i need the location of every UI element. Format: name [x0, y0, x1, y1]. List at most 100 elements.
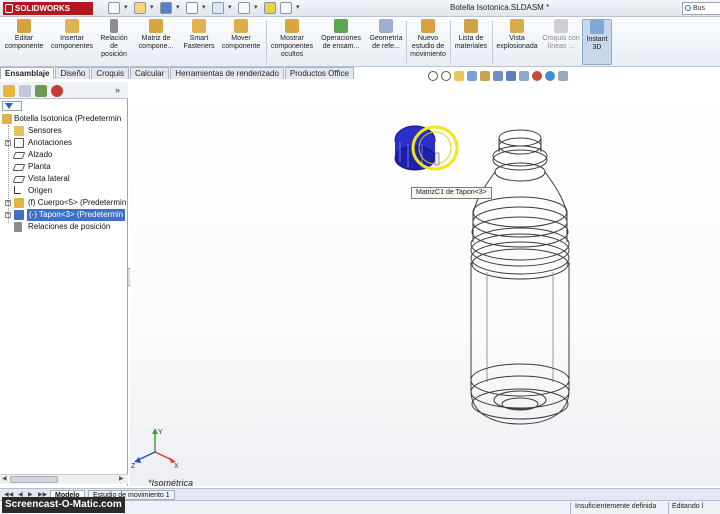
- component-pattern-button[interactable]: Matriz de compone...: [134, 19, 178, 65]
- bill-of-materials-button[interactable]: Lista de materiales: [452, 19, 490, 65]
- fastener-icon: [192, 19, 206, 33]
- mate-button[interactable]: Relación de posición: [98, 19, 130, 65]
- scroll-left-icon[interactable]: ◀: [2, 475, 7, 482]
- ribbon-separator: [406, 21, 407, 63]
- scroll-right-icon[interactable]: ▶: [119, 475, 124, 482]
- configuration-manager-tab-icon[interactable]: [35, 85, 47, 97]
- chevron-down-icon[interactable]: ▾: [254, 2, 260, 14]
- exploded-view-label: Vista explosionada: [496, 35, 538, 50]
- tree-item-cuerpo[interactable]: + (f) Cuerpo<5> (Predetermin: [0, 197, 128, 209]
- tree-item-alzado[interactable]: Alzado: [0, 149, 128, 161]
- section-view-icon[interactable]: [467, 71, 477, 81]
- triad-z-label: Z: [131, 463, 136, 470]
- mates-paperclip-icon: [14, 222, 22, 232]
- selection-tooltip: MatrizC1 de Tapon<3>: [411, 187, 492, 199]
- chevron-down-icon[interactable]: ▾: [202, 2, 208, 14]
- view-orientation-icon[interactable]: [493, 71, 503, 81]
- edit-component-button[interactable]: Editar componente: [2, 19, 46, 65]
- property-manager-tab-icon[interactable]: [19, 85, 31, 97]
- triad-x-label: X: [174, 463, 179, 470]
- tree-item-label: (-) Tapon<3> (Predetermin: [27, 209, 126, 221]
- display-style-icon[interactable]: [506, 71, 516, 81]
- bill-of-materials-label: Lista de materiales: [454, 35, 488, 50]
- exploded-view-button[interactable]: Vista explosionada: [494, 19, 540, 65]
- new-document-icon[interactable]: [108, 2, 120, 14]
- chevron-down-icon[interactable]: ▾: [150, 2, 156, 14]
- rebuild-icon[interactable]: [264, 2, 276, 14]
- chevron-down-icon[interactable]: ▾: [124, 2, 130, 14]
- instant-3d-button[interactable]: Instant 3D: [582, 19, 612, 65]
- screencast-watermark: Screencast-O-Matic.com: [2, 497, 125, 513]
- expand-icon[interactable]: +: [5, 212, 11, 218]
- new-motion-study-button[interactable]: Nuevo estudio de movimiento: [408, 19, 448, 65]
- explode-line-sketch-button[interactable]: Croquis con líneas ...: [542, 19, 580, 65]
- show-hidden-components-button[interactable]: Mostrar componentes ocultos: [268, 19, 316, 65]
- model-viewport[interactable]: Y Z X: [130, 82, 720, 486]
- horizontal-scrollbar[interactable]: ◀ ▶: [0, 474, 128, 484]
- chevron-down-icon[interactable]: ▾: [296, 2, 302, 14]
- reference-triad: Y Z X: [131, 428, 179, 470]
- instant-3d-label: Instant 3D: [586, 36, 608, 51]
- apply-scene-icon[interactable]: [545, 71, 555, 81]
- assembly-features-button[interactable]: Operaciones de ensam...: [318, 19, 364, 65]
- view-settings-icon[interactable]: [558, 71, 568, 81]
- expand-icon[interactable]: +: [5, 200, 11, 206]
- explode-line-sketch-label: Croquis con líneas ...: [542, 35, 580, 50]
- scroll-thumb[interactable]: [10, 476, 58, 483]
- save-icon[interactable]: [160, 2, 172, 14]
- tree-item-origen[interactable]: Origen: [0, 185, 128, 197]
- tab-calcular[interactable]: Calcular: [129, 67, 170, 79]
- graphics-area[interactable]: Y Z X: [130, 82, 720, 486]
- tree-item-vista-lateral[interactable]: Vista lateral: [0, 173, 128, 185]
- explode-line-sketch-icon: [554, 19, 568, 33]
- print-icon[interactable]: [186, 2, 198, 14]
- tree-item-tapon[interactable]: + (-) Tapon<3> (Predetermin: [0, 209, 128, 221]
- feature-manager-tab-icon[interactable]: [3, 85, 15, 97]
- chevron-down-icon[interactable]: ▾: [228, 2, 234, 14]
- move-component-button[interactable]: Mover componente: [218, 19, 264, 65]
- tab-croquis[interactable]: Croquis: [91, 67, 129, 79]
- tree-item-relaciones[interactable]: Relaciones de posición: [0, 221, 128, 233]
- options-icon[interactable]: [280, 2, 292, 14]
- bom-table-icon: [464, 19, 478, 33]
- undo-icon[interactable]: [212, 2, 224, 14]
- quick-access-toolbar: ▾ ▾ ▾ ▾ ▾ ▾ ▾: [108, 2, 302, 14]
- insert-components-button[interactable]: Insertar componentes: [48, 19, 96, 65]
- expand-icon[interactable]: +: [5, 140, 11, 146]
- move-component-icon: [234, 19, 248, 33]
- expand-panel-icon[interactable]: »: [115, 85, 127, 97]
- hide-show-items-icon[interactable]: [519, 71, 529, 81]
- annotation-icon: [14, 138, 24, 148]
- tree-filter[interactable]: [2, 101, 22, 111]
- smart-fasteners-button[interactable]: Smart Fasteners: [182, 19, 216, 65]
- edit-component-icon: [17, 19, 31, 33]
- search-input[interactable]: Bus: [682, 2, 720, 15]
- edit-mode-status: Editando l: [672, 503, 704, 510]
- bottle-body[interactable]: [470, 129, 570, 425]
- tab-diseno[interactable]: Diseño: [55, 67, 91, 79]
- tab-herramientas-renderizado[interactable]: Herramientas de renderizado: [170, 67, 284, 79]
- reference-geometry-icon: [379, 19, 393, 33]
- cap-component[interactable]: [394, 125, 459, 171]
- tab-productos-office[interactable]: Productos Office: [284, 67, 354, 79]
- zoom-to-area-icon[interactable]: [441, 71, 451, 81]
- tree-item-planta[interactable]: Planta: [0, 161, 128, 173]
- display-manager-tab-icon[interactable]: [51, 85, 63, 97]
- definition-status: Insuficientemente definida: [575, 503, 657, 510]
- tab-ensamblaje[interactable]: Ensamblaje: [0, 67, 55, 79]
- previous-view-icon[interactable]: [454, 71, 464, 81]
- tree-item-sensores[interactable]: Sensores: [0, 125, 128, 137]
- solidworks-logo[interactable]: SOLIDWORKS: [3, 2, 93, 15]
- tree-item-anotaciones[interactable]: + Anotaciones: [0, 137, 128, 149]
- dynamic-annotation-icon[interactable]: [480, 71, 490, 81]
- tree-item-label: Alzado: [28, 150, 53, 159]
- select-icon[interactable]: [238, 2, 250, 14]
- edit-appearance-icon[interactable]: [532, 71, 542, 81]
- chevron-down-icon[interactable]: ▾: [176, 2, 182, 14]
- reference-geometry-button[interactable]: Geometría de refe...: [366, 19, 406, 65]
- zoom-to-fit-icon[interactable]: [428, 71, 438, 81]
- open-folder-icon[interactable]: [134, 2, 146, 14]
- new-motion-study-label: Nuevo estudio de movimiento: [410, 35, 446, 58]
- tree-root[interactable]: Botella Isotonica (Predetermin: [0, 113, 128, 125]
- assembly-features-icon: [334, 19, 348, 33]
